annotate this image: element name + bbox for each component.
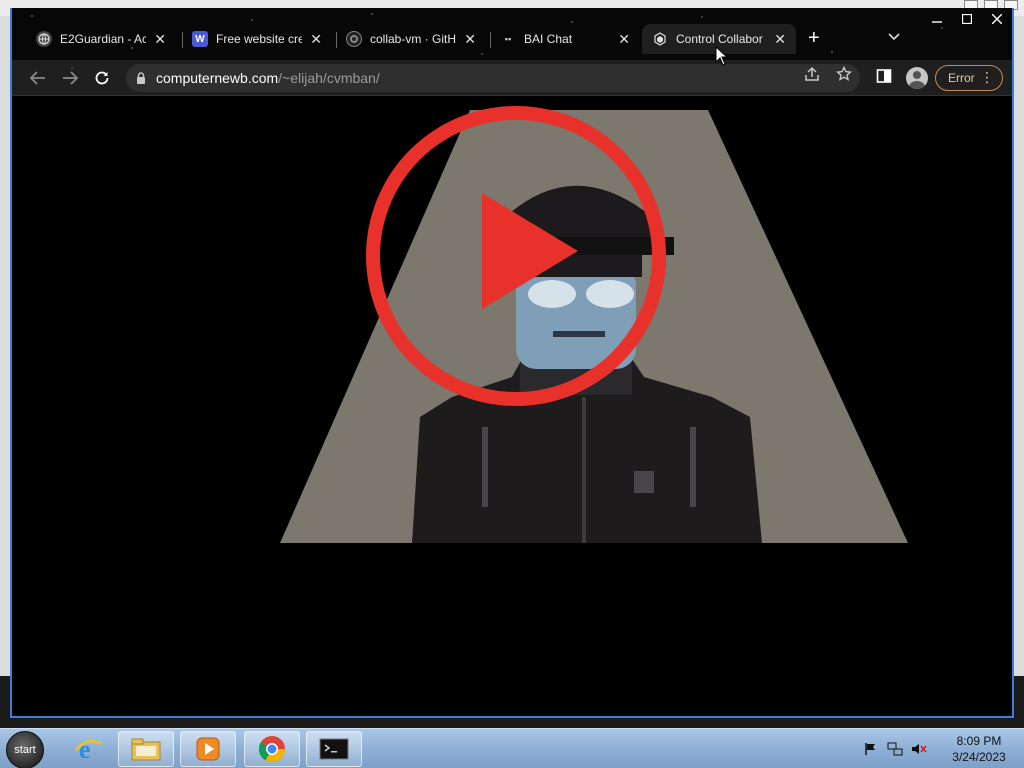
side-panel-icon[interactable] (876, 68, 892, 88)
lock-icon[interactable] (126, 72, 156, 84)
profile-avatar[interactable] (906, 67, 928, 89)
tab-title: collab-vm · GitHu (370, 32, 457, 46)
close-icon[interactable]: ✕ (618, 31, 630, 48)
bookmark-star-icon[interactable] (835, 65, 853, 86)
tab-title: Free website crea (216, 32, 303, 46)
globe-icon (36, 31, 52, 47)
svg-text:e: e (79, 735, 91, 764)
weebly-icon: W (192, 31, 208, 47)
share-icon[interactable] (804, 66, 820, 86)
video-thumbnail[interactable] (12, 97, 1012, 718)
close-icon[interactable]: ✕ (464, 31, 476, 48)
tab-bai-chat[interactable]: ▪▪ BAI Chat ✕ (490, 24, 640, 54)
tab-collab-vm-github[interactable]: collab-vm · GitHu ✕ (336, 24, 486, 54)
new-tab-button[interactable]: + (808, 28, 820, 48)
start-button[interactable]: start (6, 731, 44, 768)
back-button[interactable] (26, 67, 50, 89)
page-content[interactable] (12, 97, 1012, 718)
error-button[interactable]: Error ⋮ (935, 65, 1003, 91)
tab-title: Control Collabor (676, 32, 763, 46)
clock-date: 3/24/2023 (952, 750, 1006, 764)
url-path: /~elijah/cvmban/ (278, 70, 380, 86)
system-tray: 8:09 PM 3/24/2023 (862, 729, 1024, 768)
mouse-cursor-icon (715, 46, 729, 66)
tab-e2guardian[interactable]: E2Guardian - Acc ✕ (26, 24, 176, 54)
close-window-button[interactable] (982, 8, 1012, 30)
chat-icon: ▪▪ (504, 34, 512, 44)
tab-free-website[interactable]: W Free website crea ✕ (182, 24, 332, 54)
internet-explorer-icon[interactable]: e (60, 731, 116, 767)
tab-title: E2Guardian - Acc (60, 32, 147, 46)
action-center-flag-icon[interactable] (862, 740, 880, 758)
close-icon[interactable]: ✕ (774, 31, 786, 48)
close-icon[interactable]: ✕ (154, 31, 166, 48)
file-explorer-icon[interactable] (118, 731, 174, 767)
tab-search-button[interactable] (888, 30, 900, 44)
address-bar[interactable]: computernewb.com/~elijah/cvmban/ (126, 64, 860, 92)
browser-window: E2Guardian - Acc ✕ W Free website crea ✕… (10, 8, 1014, 718)
network-icon[interactable] (886, 740, 904, 758)
browser-toolbar: computernewb.com/~elijah/cvmban/ Error ⋮ (12, 60, 1012, 96)
tab-strip: E2Guardian - Acc ✕ W Free website crea ✕… (12, 8, 1012, 60)
collabvm-icon (652, 31, 668, 47)
chrome-icon[interactable] (244, 731, 300, 767)
url-domain: computernewb.com (156, 70, 279, 86)
github-icon (346, 31, 362, 47)
media-player-icon[interactable] (180, 731, 236, 767)
minimize-button[interactable] (922, 8, 952, 30)
volume-muted-icon[interactable] (910, 740, 928, 758)
window-controls (922, 8, 1012, 30)
forward-button[interactable] (58, 67, 82, 89)
close-icon[interactable]: ✕ (310, 31, 322, 48)
url-text: computernewb.com/~elijah/cvmban/ (156, 70, 380, 86)
taskbar: start e 8:09 PM 3/24/2023 (0, 728, 1024, 768)
command-prompt-icon[interactable] (306, 731, 362, 767)
error-label: Error (948, 71, 975, 85)
clock-time: 8:09 PM (956, 734, 1002, 748)
tab-title: BAI Chat (524, 32, 573, 46)
more-menu-icon[interactable]: ⋮ (980, 69, 994, 86)
clock[interactable]: 8:09 PM 3/24/2023 (934, 733, 1024, 765)
maximize-button[interactable] (952, 8, 982, 30)
reload-button[interactable] (90, 67, 114, 89)
